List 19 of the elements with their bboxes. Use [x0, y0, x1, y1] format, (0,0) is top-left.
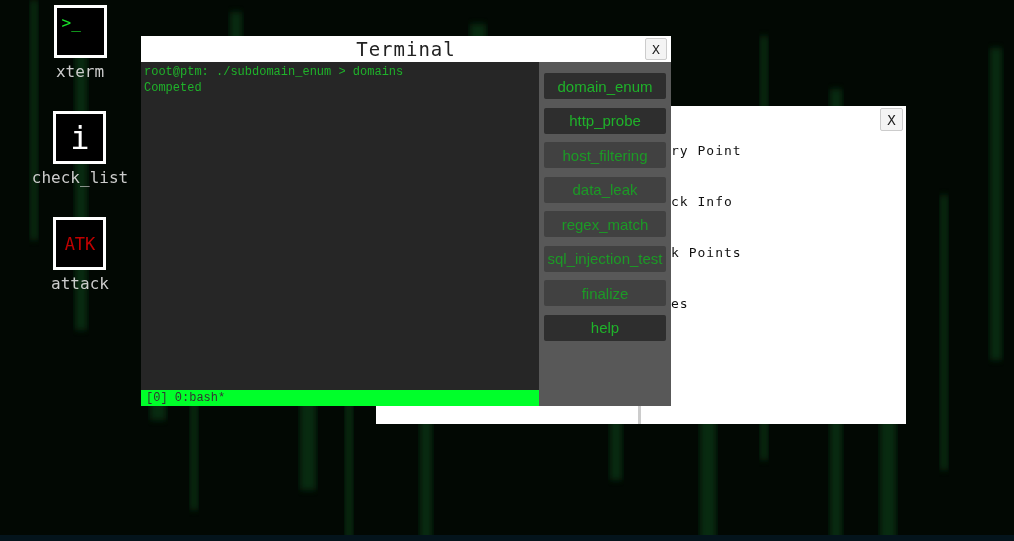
terminal-icon[interactable]: >_	[53, 5, 107, 58]
list-item[interactable]: k Points	[671, 245, 742, 260]
list-item[interactable]: ck Info	[671, 194, 742, 209]
list-item[interactable]: es	[671, 296, 742, 311]
output-line: Competed	[144, 80, 203, 96]
attack-icon[interactable]: ATK	[53, 217, 107, 270]
window-title: Terminal	[356, 38, 456, 60]
list-item[interactable]: ry Point	[671, 143, 742, 158]
tool-button[interactable]: domain_enum	[544, 73, 666, 99]
icon-label: attack	[51, 274, 109, 293]
output-line: root@ptm: ./subdomain_enum > domains	[144, 64, 405, 80]
icon-label: check_list	[31, 168, 129, 187]
close-button[interactable]: X	[880, 108, 903, 131]
tool-button[interactable]: help	[544, 314, 666, 341]
icon-label: xterm	[55, 62, 105, 81]
tool-button[interactable]: http_probe	[544, 107, 666, 134]
close-button[interactable]: X	[645, 38, 667, 60]
info-icon[interactable]: i	[53, 111, 107, 164]
status-bar: [0] 0:bash*	[141, 390, 539, 406]
